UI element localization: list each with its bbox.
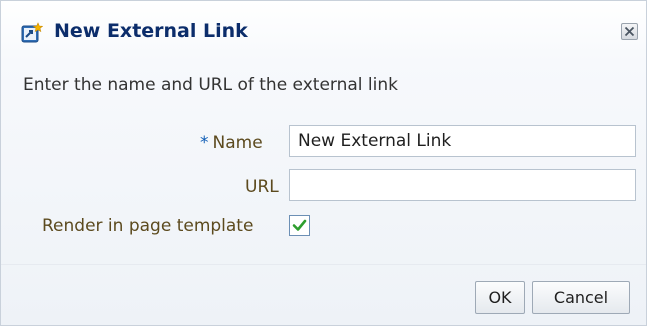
- dialog-title: New External Link: [54, 20, 248, 42]
- url-label: URL: [245, 177, 279, 197]
- close-button[interactable]: [621, 23, 638, 40]
- close-icon: [624, 26, 635, 37]
- new-external-link-dialog: New External Link Enter the name and URL…: [0, 0, 647, 326]
- new-link-icon: [21, 22, 44, 44]
- checkmark-icon: [292, 219, 307, 231]
- name-label: Name: [212, 133, 263, 153]
- render-in-template-checkbox[interactable]: [289, 215, 310, 236]
- footer-divider: [1, 264, 646, 265]
- render-in-template-label: Render in page template: [42, 216, 254, 236]
- name-input[interactable]: [289, 125, 636, 157]
- ok-button[interactable]: OK: [475, 281, 525, 314]
- cancel-button[interactable]: Cancel: [532, 281, 630, 314]
- url-input[interactable]: [289, 169, 636, 201]
- instructions-text: Enter the name and URL of the external l…: [23, 75, 398, 95]
- required-indicator: *: [200, 133, 209, 153]
- dialog-title-bar: New External Link: [1, 1, 646, 63]
- name-label-group: * Name: [200, 133, 263, 153]
